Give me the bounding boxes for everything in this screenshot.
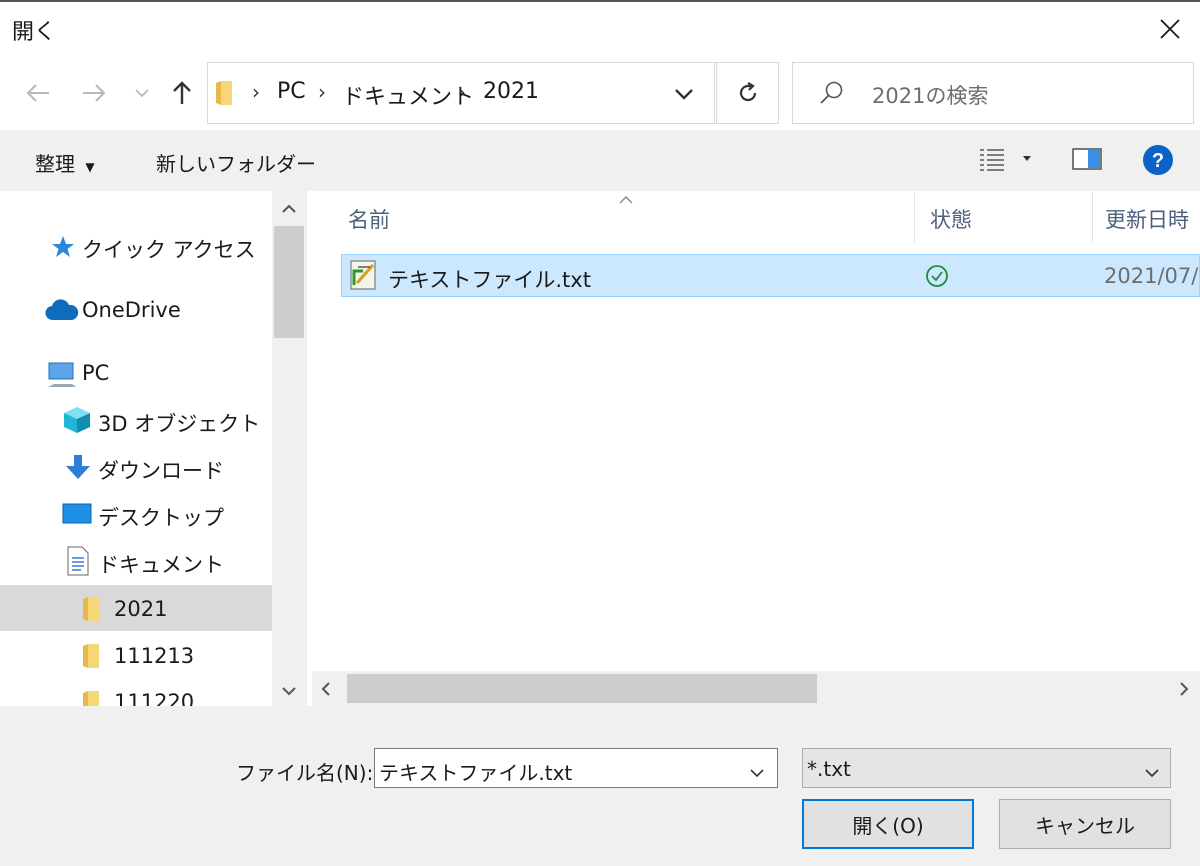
nav-item-desktop[interactable]: デスクトップ <box>98 502 224 532</box>
nav-item-folder-111220[interactable]: 111220 <box>114 690 194 706</box>
caret-down-icon: ▼ <box>85 160 95 174</box>
file-name[interactable]: テキストファイル.txt <box>388 264 591 294</box>
search-input[interactable]: 2021の検索 <box>872 80 988 110</box>
folder-icon <box>82 643 100 673</box>
sort-ascending-icon <box>618 190 634 209</box>
window-title: 開く <box>12 20 57 45</box>
column-separator[interactable] <box>914 191 915 243</box>
nav-item-folder-2021[interactable]: 2021 <box>114 597 167 621</box>
nav-item-pc[interactable]: PC <box>82 361 109 385</box>
preview-pane-icon <box>1072 148 1102 170</box>
breadcrumb-documents[interactable]: ドキュメント <box>342 79 474 111</box>
folder-icon <box>82 596 100 626</box>
folder-icon <box>82 690 100 706</box>
breadcrumb-separator[interactable]: › <box>252 80 260 104</box>
column-header-status[interactable]: 状態 <box>930 204 972 234</box>
hscrollbar-thumb[interactable] <box>347 674 817 703</box>
search-box[interactable] <box>792 62 1194 124</box>
recent-locations-button[interactable] <box>122 68 162 118</box>
file-type-dropdown-button[interactable] <box>1144 763 1160 782</box>
column-separator[interactable] <box>1092 191 1093 243</box>
download-arrow-icon <box>64 453 92 485</box>
cube-3d-icon <box>62 405 92 439</box>
desktop-icon <box>62 502 92 530</box>
arrow-right-icon <box>83 84 106 102</box>
arrow-left-icon <box>26 84 49 102</box>
nav-item-clip: 111220 <box>0 690 272 706</box>
close-icon <box>1160 19 1180 39</box>
help-icon: ? <box>1143 145 1173 175</box>
breadcrumb-separator[interactable]: › <box>458 80 466 104</box>
filename-label: ファイル名(N): <box>236 761 374 785</box>
scroll-up-arrow-icon[interactable] <box>280 200 298 219</box>
column-header-modified[interactable]: 更新日時 <box>1105 204 1189 234</box>
back-button[interactable] <box>18 68 58 118</box>
refresh-icon <box>739 82 756 102</box>
chevron-down-icon <box>675 89 693 100</box>
file-type-value: *.txt <box>807 757 851 781</box>
new-folder-button[interactable]: 新しいフォルダー <box>156 148 316 177</box>
details-view-icon <box>980 149 1031 171</box>
address-divider <box>714 62 715 124</box>
refresh-button[interactable] <box>716 62 779 124</box>
scroll-down-arrow-icon[interactable] <box>280 682 298 701</box>
up-button[interactable] <box>162 68 202 118</box>
preview-pane-button[interactable] <box>1072 148 1102 174</box>
chevron-down-icon <box>135 89 149 98</box>
folder-icon <box>215 80 233 110</box>
pc-monitor-icon <box>46 360 78 392</box>
nav-scrollbar-thumb[interactable] <box>274 226 304 338</box>
nav-item-downloads[interactable]: ダウンロード <box>98 455 224 485</box>
file-modified: 2021/07/ <box>1104 264 1199 288</box>
breadcrumb-2021[interactable]: 2021 <box>483 79 539 104</box>
filename-combobox[interactable]: テキストファイル.txt <box>374 748 778 788</box>
cancel-button[interactable]: キャンセル <box>999 799 1171 849</box>
open-button[interactable]: 開く(O) <box>802 799 974 849</box>
arrow-up-icon <box>173 81 191 104</box>
breadcrumb-pc[interactable]: PC <box>277 79 306 104</box>
breadcrumb-separator[interactable]: › <box>318 80 326 104</box>
close-button[interactable] <box>1140 0 1200 58</box>
title-bar <box>0 0 1200 60</box>
column-header-name[interactable]: 名前 <box>348 204 390 234</box>
sync-status-ok-icon <box>925 264 949 292</box>
nav-item-folder-111213[interactable]: 111213 <box>114 644 194 668</box>
filename-input[interactable]: テキストファイル.txt <box>379 757 572 786</box>
text-file-icon <box>349 259 379 295</box>
pane-splitter[interactable] <box>306 191 312 706</box>
quick-access-star-icon <box>50 234 76 264</box>
organize-button[interactable]: 整理 ▼ <box>35 148 95 177</box>
file-type-select[interactable]: *.txt <box>802 748 1171 788</box>
help-button[interactable]: ? <box>1142 144 1174 180</box>
organize-label: 整理 <box>35 152 75 176</box>
address-dropdown-button[interactable] <box>674 86 694 105</box>
nav-item-documents[interactable]: ドキュメント <box>98 549 224 579</box>
document-icon <box>66 546 90 580</box>
search-icon <box>818 80 844 110</box>
nav-item-quick-access[interactable]: クイック アクセス <box>82 234 256 264</box>
forward-button[interactable] <box>74 68 114 118</box>
scroll-left-arrow-icon[interactable] <box>320 680 332 702</box>
svg-text:?: ? <box>1152 150 1164 172</box>
chevron-down-icon <box>1145 769 1159 778</box>
filename-dropdown-button[interactable] <box>749 763 765 782</box>
nav-item-onedrive[interactable]: OneDrive <box>82 298 181 322</box>
nav-item-3d-objects[interactable]: 3D オブジェクト <box>98 408 260 438</box>
view-options-button[interactable] <box>976 146 1036 176</box>
onedrive-cloud-icon <box>45 298 79 326</box>
chevron-down-icon <box>750 769 764 778</box>
scroll-right-arrow-icon[interactable] <box>1178 680 1190 702</box>
